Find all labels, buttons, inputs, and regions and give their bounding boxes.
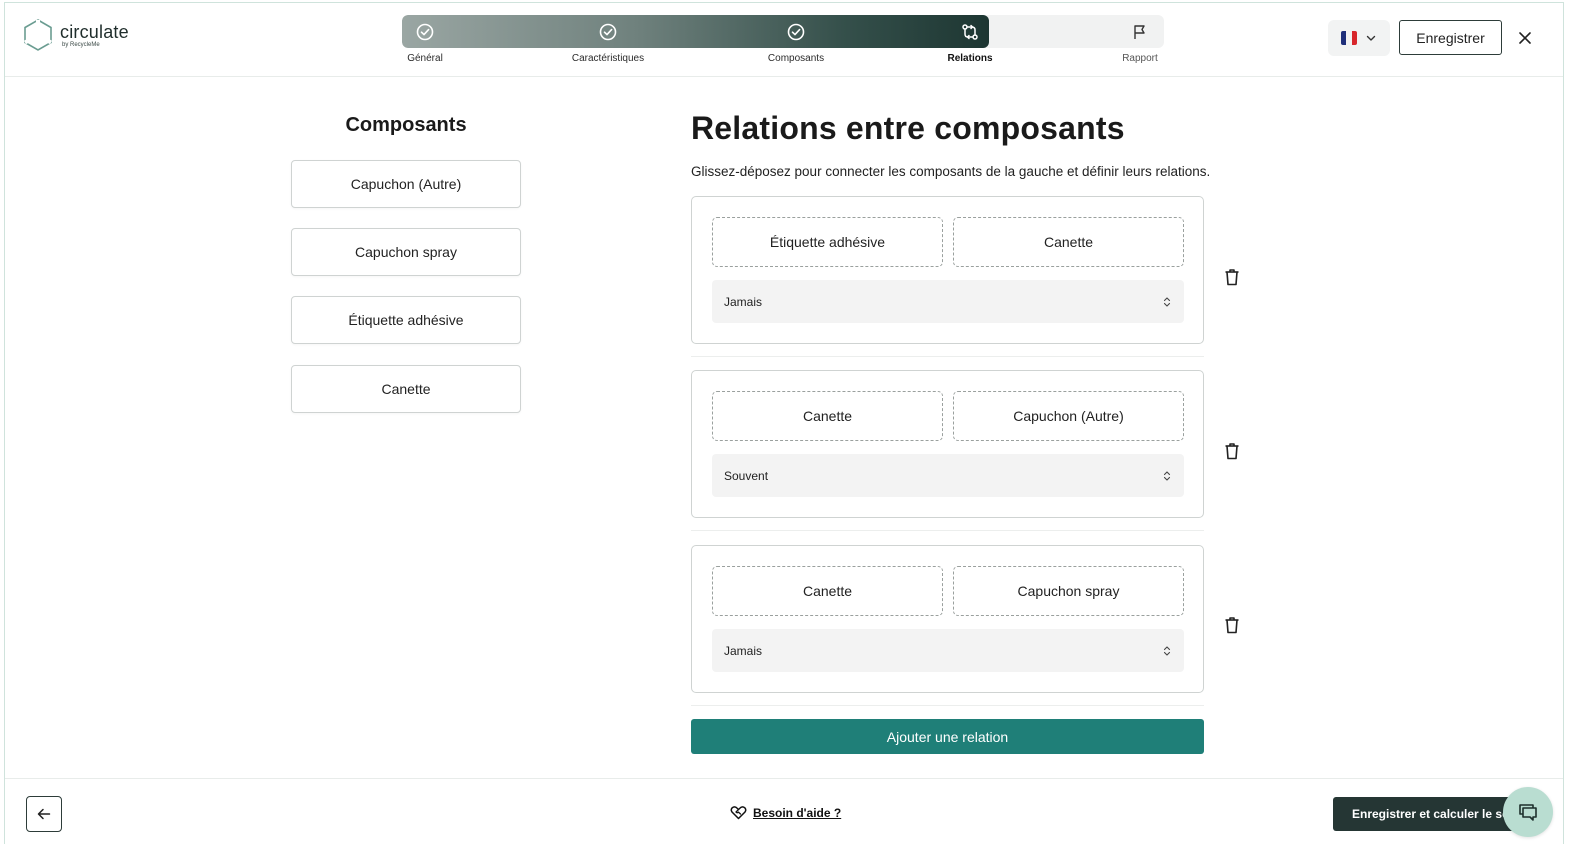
brand-name: circulate (60, 21, 129, 42)
heart-handshake-icon (730, 806, 747, 820)
component-card[interactable]: Capuchon (Autre) (291, 160, 521, 208)
component-card[interactable]: Étiquette adhésive (291, 296, 521, 344)
logo[interactable]: circulate by RecycleMe (22, 18, 129, 52)
relation-slot-a[interactable]: Canette (712, 391, 943, 441)
chat-icon (1519, 804, 1537, 821)
step-label-relations[interactable]: Relations (947, 53, 992, 64)
step-label-general[interactable]: Général (407, 53, 443, 64)
relation-card: Canette Capuchon spray Jamais (691, 545, 1204, 693)
select-arrows-icon (1163, 470, 1171, 481)
relation-slot-a[interactable]: Étiquette adhésive (712, 217, 943, 267)
delete-relation-trash-icon[interactable] (1222, 440, 1242, 462)
relations-title: Relations entre composants (691, 110, 1125, 146)
brand-sub: by RecycleMe (62, 41, 100, 48)
progress-stepper (402, 15, 1164, 48)
stepper-progress-fill (402, 15, 989, 48)
relation-card: Canette Capuchon (Autre) Souvent (691, 370, 1204, 518)
relation-divider (691, 356, 1204, 357)
help-link[interactable]: Besoin d'aide ? (730, 805, 841, 820)
step-label-caracteristiques[interactable]: Caractéristiques (572, 53, 644, 64)
step-relations-icon[interactable] (960, 22, 980, 42)
component-card[interactable]: Canette (291, 365, 521, 413)
step-label-rapport[interactable]: Rapport (1122, 53, 1158, 64)
chat-support-button[interactable] (1503, 787, 1553, 837)
relation-slot-b[interactable]: Canette (953, 217, 1184, 267)
relation-divider (691, 705, 1204, 706)
add-relation-button[interactable]: Ajouter une relation (691, 719, 1204, 754)
relation-slot-b[interactable]: Capuchon spray (953, 566, 1184, 616)
relation-frequency-select[interactable]: Jamais (712, 280, 1184, 323)
back-button[interactable] (26, 796, 62, 832)
component-card[interactable]: Capuchon spray (291, 228, 521, 276)
relation-slot-a[interactable]: Canette (712, 566, 943, 616)
language-selector[interactable] (1328, 20, 1390, 56)
step-label-composants[interactable]: Composants (768, 53, 824, 64)
delete-relation-trash-icon[interactable] (1222, 266, 1242, 288)
select-arrows-icon (1163, 645, 1171, 656)
relation-slot-b[interactable]: Capuchon (Autre) (953, 391, 1184, 441)
select-arrows-icon (1163, 296, 1171, 307)
step-caracteristiques-check-icon[interactable] (598, 22, 618, 42)
delete-relation-trash-icon[interactable] (1222, 614, 1242, 636)
chevron-down-icon (1366, 35, 1376, 41)
arrow-left-icon (37, 808, 51, 820)
relation-frequency-value: Jamais (724, 643, 763, 658)
step-general-check-icon[interactable] (415, 22, 435, 42)
relation-frequency-value: Souvent (724, 468, 769, 483)
save-button[interactable]: Enregistrer (1399, 20, 1502, 55)
relation-frequency-value: Jamais (724, 294, 763, 309)
relations-description: Glissez-déposez pour connecter les compo… (691, 164, 1211, 179)
step-composants-check-icon[interactable] (786, 22, 806, 42)
relation-frequency-select[interactable]: Souvent (712, 454, 1184, 497)
relation-card: Étiquette adhésive Canette Jamais (691, 196, 1204, 344)
relation-frequency-select[interactable]: Jamais (712, 629, 1184, 672)
relation-divider (691, 530, 1204, 531)
help-link-label: Besoin d'aide ? (753, 805, 842, 820)
close-icon[interactable] (1513, 26, 1537, 50)
components-title: Composants (345, 114, 467, 136)
step-rapport-flag-icon[interactable] (1130, 22, 1150, 42)
french-flag-icon (1341, 31, 1357, 45)
circulate-logo-icon (24, 19, 52, 51)
